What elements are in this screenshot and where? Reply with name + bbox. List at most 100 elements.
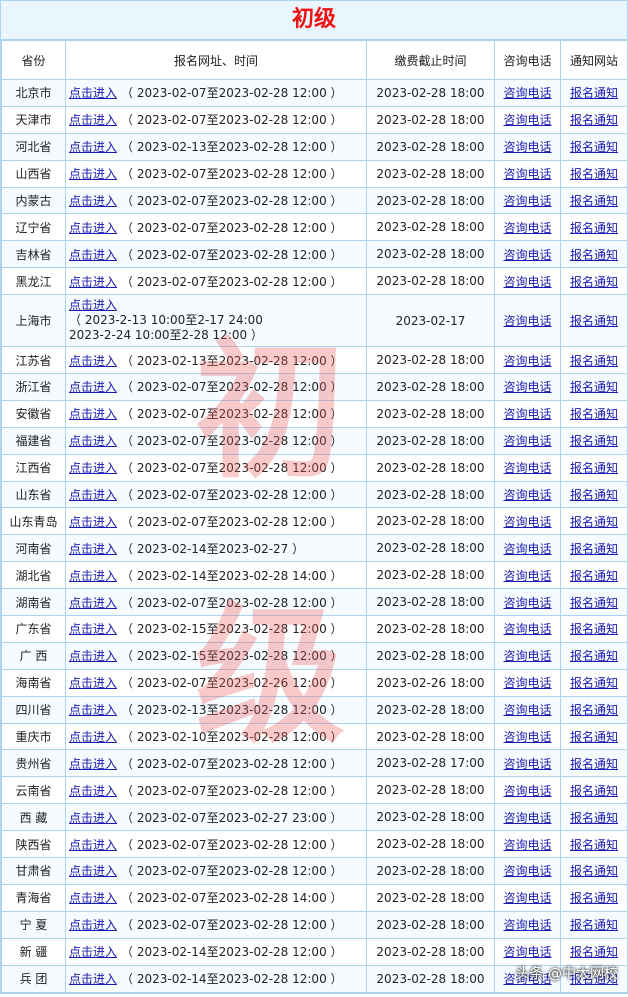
phone-link[interactable]: 咨询电话 bbox=[503, 275, 551, 289]
phone-link[interactable]: 咨询电话 bbox=[503, 649, 551, 663]
phone-link[interactable]: 咨询电话 bbox=[503, 542, 551, 556]
phone-link[interactable]: 咨询电话 bbox=[503, 461, 551, 475]
phone-link[interactable]: 咨询电话 bbox=[503, 380, 551, 394]
phone-link[interactable]: 咨询电话 bbox=[503, 314, 551, 328]
enter-link[interactable]: 点击进入 bbox=[69, 140, 117, 154]
enter-link[interactable]: 点击进入 bbox=[69, 838, 117, 852]
phone-link[interactable]: 咨询电话 bbox=[503, 703, 551, 717]
enter-link[interactable]: 点击进入 bbox=[69, 434, 117, 448]
notice-link[interactable]: 报名通知 bbox=[570, 461, 618, 475]
notice-link[interactable]: 报名通知 bbox=[570, 194, 618, 208]
enter-link[interactable]: 点击进入 bbox=[69, 113, 117, 127]
phone-link[interactable]: 咨询电话 bbox=[503, 891, 551, 905]
phone-link[interactable]: 咨询电话 bbox=[503, 86, 551, 100]
phone-link[interactable]: 咨询电话 bbox=[503, 730, 551, 744]
phone-link[interactable]: 咨询电话 bbox=[503, 838, 551, 852]
enter-link[interactable]: 点击进入 bbox=[69, 248, 117, 262]
phone-link[interactable]: 咨询电话 bbox=[503, 221, 551, 235]
phone-link[interactable]: 咨询电话 bbox=[503, 488, 551, 502]
notice-link[interactable]: 报名通知 bbox=[570, 86, 618, 100]
notice-link[interactable]: 报名通知 bbox=[570, 140, 618, 154]
enter-link[interactable]: 点击进入 bbox=[69, 354, 117, 368]
notice-link[interactable]: 报名通知 bbox=[570, 569, 618, 583]
notice-link[interactable]: 报名通知 bbox=[570, 622, 618, 636]
notice-link[interactable]: 报名通知 bbox=[570, 811, 618, 825]
notice-link[interactable]: 报名通知 bbox=[570, 757, 618, 771]
enter-link[interactable]: 点击进入 bbox=[69, 918, 117, 932]
phone-link[interactable]: 咨询电话 bbox=[503, 434, 551, 448]
enter-link[interactable]: 点击进入 bbox=[69, 488, 117, 502]
notice-link[interactable]: 报名通知 bbox=[570, 945, 618, 959]
phone-link[interactable]: 咨询电话 bbox=[503, 918, 551, 932]
notice-link[interactable]: 报名通知 bbox=[570, 380, 618, 394]
notice-link[interactable]: 报名通知 bbox=[570, 864, 618, 878]
notice-link[interactable]: 报名通知 bbox=[570, 248, 618, 262]
phone-link[interactable]: 咨询电话 bbox=[503, 113, 551, 127]
notice-link[interactable]: 报名通知 bbox=[570, 676, 618, 690]
enter-link[interactable]: 点击进入 bbox=[69, 542, 117, 556]
notice-link[interactable]: 报名通知 bbox=[570, 434, 618, 448]
notice-link[interactable]: 报名通知 bbox=[570, 167, 618, 181]
enter-link[interactable]: 点击进入 bbox=[69, 972, 117, 986]
notice-link[interactable]: 报名通知 bbox=[570, 784, 618, 798]
enter-link[interactable]: 点击进入 bbox=[69, 515, 117, 529]
notice-link[interactable]: 报名通知 bbox=[570, 113, 618, 127]
notice-link[interactable]: 报名通知 bbox=[570, 221, 618, 235]
enter-link[interactable]: 点击进入 bbox=[69, 622, 117, 636]
notice-link[interactable]: 报名通知 bbox=[570, 838, 618, 852]
notice-link[interactable]: 报名通知 bbox=[570, 275, 618, 289]
notice-link[interactable]: 报名通知 bbox=[570, 407, 618, 421]
enter-link[interactable]: 点击进入 bbox=[69, 461, 117, 475]
enter-link[interactable]: 点击进入 bbox=[69, 649, 117, 663]
enter-link[interactable]: 点击进入 bbox=[69, 167, 117, 181]
notice-cell: 报名通知 bbox=[560, 267, 628, 296]
enter-link[interactable]: 点击进入 bbox=[69, 86, 117, 100]
enter-link[interactable]: 点击进入 bbox=[69, 380, 117, 394]
notice-link[interactable]: 报名通知 bbox=[570, 354, 618, 368]
enter-link[interactable]: 点击进入 bbox=[69, 891, 117, 905]
enter-link[interactable]: 点击进入 bbox=[69, 221, 117, 235]
phone-link[interactable]: 咨询电话 bbox=[503, 354, 551, 368]
notice-link[interactable]: 报名通知 bbox=[570, 918, 618, 932]
enter-link[interactable]: 点击进入 bbox=[69, 945, 117, 959]
enter-link[interactable]: 点击进入 bbox=[69, 864, 117, 878]
phone-link[interactable]: 咨询电话 bbox=[503, 167, 551, 181]
enter-link[interactable]: 点击进入 bbox=[69, 275, 117, 289]
enter-link[interactable]: 点击进入 bbox=[69, 194, 117, 208]
phone-link[interactable]: 咨询电话 bbox=[503, 569, 551, 583]
notice-link[interactable]: 报名通知 bbox=[570, 703, 618, 717]
notice-link[interactable]: 报名通知 bbox=[570, 314, 618, 328]
phone-link[interactable]: 咨询电话 bbox=[503, 811, 551, 825]
notice-link[interactable]: 报名通知 bbox=[570, 488, 618, 502]
phone-link[interactable]: 咨询电话 bbox=[503, 676, 551, 690]
enter-link[interactable]: 点击进入 bbox=[69, 757, 117, 771]
phone-link[interactable]: 咨询电话 bbox=[503, 622, 551, 636]
phone-link[interactable]: 咨询电话 bbox=[503, 194, 551, 208]
enter-link[interactable]: 点击进入 bbox=[69, 784, 117, 798]
enter-link[interactable]: 点击进入 bbox=[69, 703, 117, 717]
phone-link[interactable]: 咨询电话 bbox=[503, 757, 551, 771]
enter-link[interactable]: 点击进入 bbox=[69, 569, 117, 583]
phone-link[interactable]: 咨询电话 bbox=[503, 945, 551, 959]
notice-link[interactable]: 报名通知 bbox=[570, 649, 618, 663]
notice-link[interactable]: 报名通知 bbox=[570, 730, 618, 744]
notice-link[interactable]: 报名通知 bbox=[570, 891, 618, 905]
phone-link[interactable]: 咨询电话 bbox=[503, 140, 551, 154]
phone-link[interactable]: 咨询电话 bbox=[503, 248, 551, 262]
notice-link[interactable]: 报名通知 bbox=[570, 542, 618, 556]
phone-link[interactable]: 咨询电话 bbox=[503, 864, 551, 878]
notice-link[interactable]: 报名通知 bbox=[570, 596, 618, 610]
phone-link[interactable]: 咨询电话 bbox=[503, 596, 551, 610]
notice-link[interactable]: 报名通知 bbox=[570, 515, 618, 529]
phone-link[interactable]: 咨询电话 bbox=[503, 407, 551, 421]
province-cell: 重庆市 bbox=[1, 722, 66, 751]
enter-link[interactable]: 点击进入 bbox=[69, 298, 366, 313]
enter-link[interactable]: 点击进入 bbox=[69, 407, 117, 421]
enter-link[interactable]: 点击进入 bbox=[69, 596, 117, 610]
registration-period: （ 2023-02-07至2023-02-26 12:00 ） bbox=[121, 676, 343, 691]
enter-link[interactable]: 点击进入 bbox=[69, 811, 117, 825]
enter-link[interactable]: 点击进入 bbox=[69, 730, 117, 744]
phone-link[interactable]: 咨询电话 bbox=[503, 515, 551, 529]
phone-link[interactable]: 咨询电话 bbox=[503, 784, 551, 798]
enter-link[interactable]: 点击进入 bbox=[69, 676, 117, 690]
